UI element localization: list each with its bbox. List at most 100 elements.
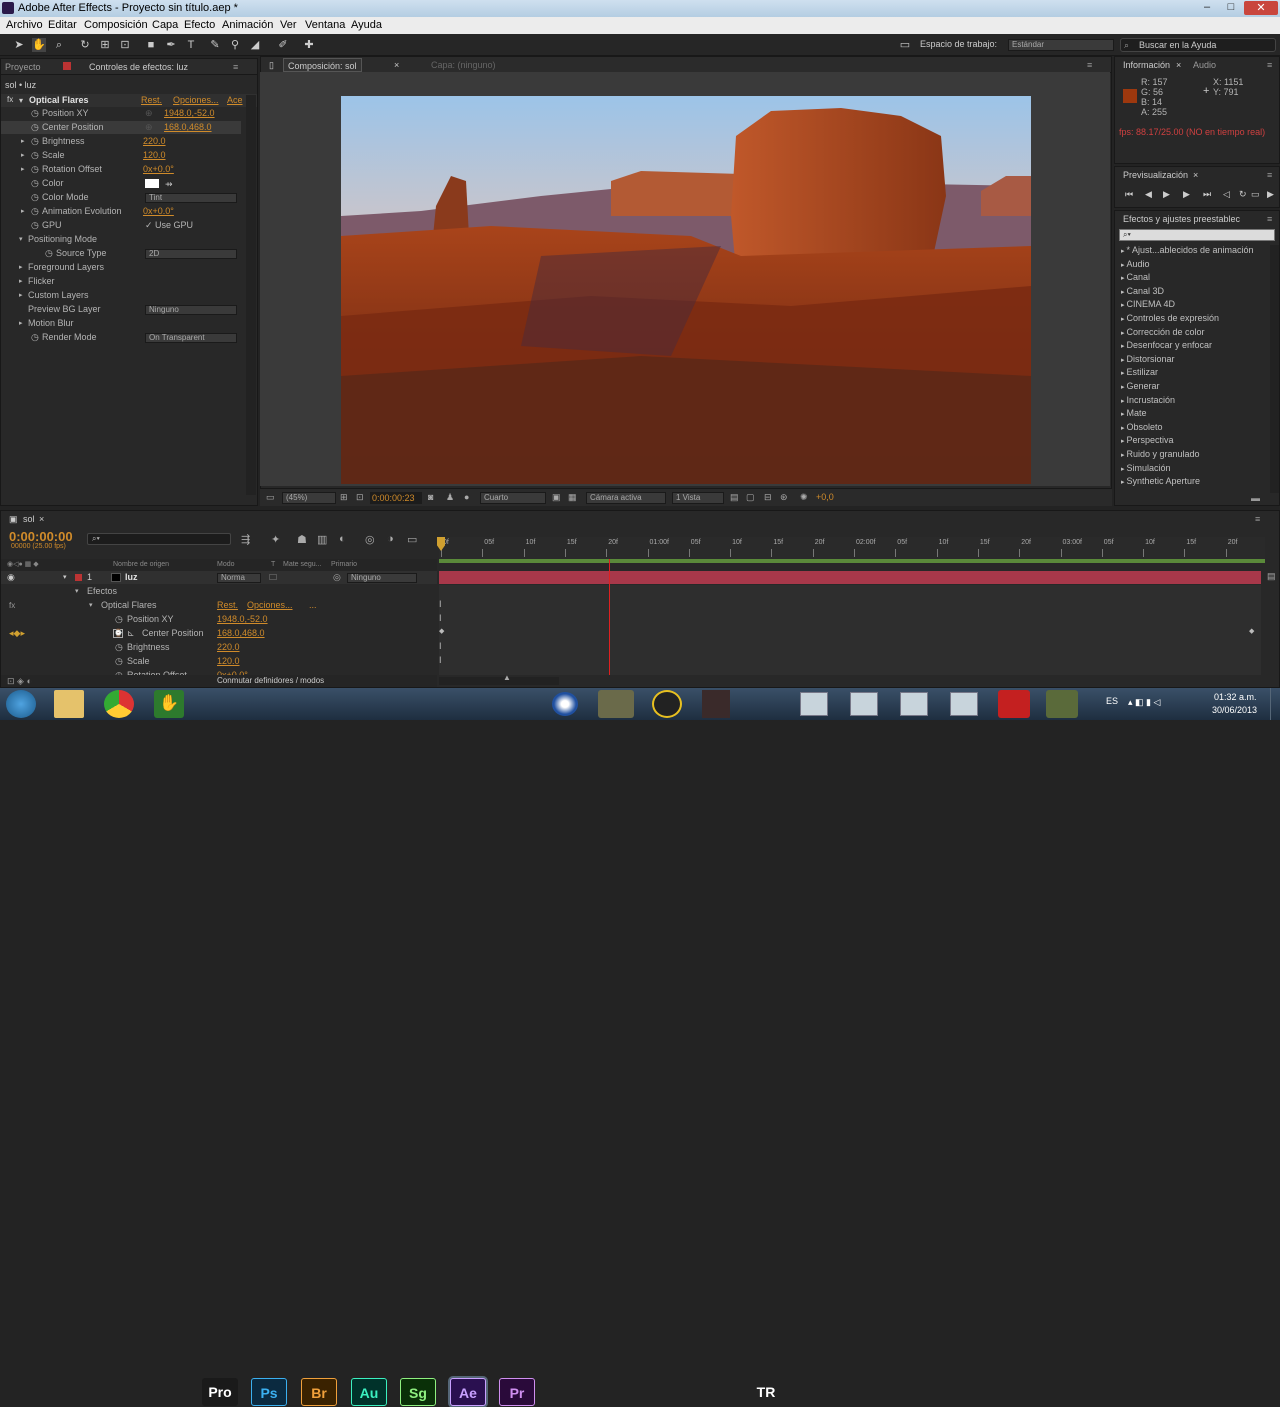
composition-viewer[interactable] <box>260 72 1110 486</box>
tab-info[interactable]: Información <box>1123 58 1170 72</box>
timeline-icon[interactable]: ⊟ <box>764 492 772 503</box>
maximize-button[interactable]: □ <box>1220 1 1242 15</box>
workspace-select[interactable]: Estándar <box>1008 39 1114 51</box>
tl-reset-link[interactable]: Rest. <box>217 599 238 612</box>
eyedropper-icon[interactable]: ⇸ <box>165 178 173 191</box>
expand-triangle-icon[interactable]: ▸ <box>21 163 25 176</box>
col-mode[interactable]: Modo <box>217 561 235 568</box>
panel-menu-icon[interactable]: ≡ <box>1255 512 1260 526</box>
reset-link[interactable]: Rest. <box>141 95 162 105</box>
exposure-value[interactable]: +0,0 <box>816 492 834 502</box>
exposure-icon[interactable]: ✺ <box>800 492 808 503</box>
optical-flares-row[interactable]: fx ▾ Optical Flares Rest. Opciones...... <box>1 599 437 612</box>
tab-preview[interactable]: Previsualización <box>1123 168 1188 182</box>
tl-prop-center-position[interactable]: ◂◆▸ ⌚ ⊾ Center Position 168.0,468.0 <box>1 627 437 640</box>
menu-ver[interactable]: Ver <box>280 19 297 31</box>
app-circle-icon[interactable] <box>552 692 578 716</box>
effects-search-input[interactable]: ⌕▾ <box>1119 229 1275 241</box>
effects-category-item[interactable]: ▸ Ruido y granulado <box>1121 449 1200 459</box>
keyframe-marker[interactable]: I <box>439 641 442 651</box>
stopwatch-icon[interactable]: ◷ <box>31 107 39 120</box>
camera-select[interactable]: Cámara activa <box>586 492 666 504</box>
channel-icon[interactable]: ● <box>464 492 469 502</box>
color-mode-select[interactable]: Tint <box>145 193 237 203</box>
panel-menu-icon[interactable]: ≡ <box>233 60 238 74</box>
expand-triangle-icon[interactable]: ▸ <box>19 261 23 274</box>
center-position-value[interactable]: 168.0,468.0 <box>164 121 212 134</box>
first-frame-icon[interactable]: ⏮ <box>1125 189 1133 200</box>
selection-tool-icon[interactable]: ➤ <box>12 38 26 52</box>
layer-row-luz[interactable]: ◉ ▾ 1 luz Norma ◎ Ninguno <box>1 571 437 584</box>
app-diamond-icon-2[interactable] <box>1046 690 1078 718</box>
menu-archivo[interactable]: Archivo <box>6 19 43 31</box>
language-indicator[interactable]: ES <box>1106 696 1118 706</box>
menu-ventana[interactable]: Ventana <box>305 19 345 31</box>
close-tab-icon[interactable]: × <box>1193 168 1198 182</box>
panel-menu-icon[interactable]: ≡ <box>1087 58 1092 72</box>
stopwatch-icon[interactable]: ◷ <box>31 149 39 162</box>
show-snapshot-icon[interactable]: ♟ <box>446 492 454 503</box>
comp-timecode[interactable]: 0:00:00:23 <box>370 492 422 504</box>
effects-category-item[interactable]: ▸ Generar <box>1121 381 1160 391</box>
scale-value[interactable]: 120.0 <box>143 149 166 162</box>
work-area-bar[interactable] <box>439 559 1265 563</box>
menu-capa[interactable]: Capa <box>152 19 178 31</box>
keyframe-nav-icon[interactable]: ◂◆▸ <box>9 627 25 640</box>
expand-triangle-icon[interactable]: ▸ <box>21 135 25 148</box>
rectangle-tool-icon[interactable]: ■ <box>144 38 158 52</box>
col-parent[interactable]: Primario <box>331 561 357 568</box>
panel-menu-icon[interactable]: ≡ <box>1267 168 1272 182</box>
time-ruler[interactable]: 0f 05f 10f 15f 20f 01:00f 05f 10f 15f 20f 02:00f 05… <box>439 537 1265 559</box>
layer-name[interactable]: luz <box>125 571 138 584</box>
ram-preview-icon[interactable]: ▭ <box>1251 189 1260 200</box>
stopwatch-icon[interactable]: ◷ <box>31 219 39 232</box>
effects-category-item[interactable]: ▸ Obsoleto <box>1121 422 1163 432</box>
effects-category-item[interactable]: ▸ Estilizar <box>1121 367 1158 377</box>
layer-duration-bar[interactable] <box>439 571 1261 584</box>
minimize-button[interactable]: – <box>1196 1 1218 15</box>
col-matte[interactable]: Mate segu... <box>283 561 322 568</box>
expand-triangle-icon[interactable]: ▸ <box>19 289 23 302</box>
expand-triangle-icon[interactable]: ▾ <box>19 233 23 246</box>
expand-triangle-icon[interactable]: ▸ <box>21 149 25 162</box>
render-mode-select[interactable]: On Transparent <box>145 333 237 343</box>
explorer-icon[interactable] <box>54 690 84 718</box>
timeline-zoom-slider[interactable]: ▲ <box>439 673 559 685</box>
tab-audio[interactable]: Audio <box>1193 58 1216 72</box>
render-queue-icon[interactable]: ▭ <box>407 533 417 546</box>
brainstorm-icon[interactable]: ◑ <box>387 533 394 545</box>
effects-category-item[interactable]: ▸ Mate <box>1121 408 1146 418</box>
crosshair-icon[interactable]: ⊕ <box>145 121 153 134</box>
keyframe-marker[interactable]: I <box>439 613 442 623</box>
rotation-offset-value[interactable]: 0x+0.0° <box>143 163 174 176</box>
close-tab-icon[interactable]: × <box>39 512 44 526</box>
stopwatch-icon[interactable]: ◷ <box>115 641 123 654</box>
pan-behind-tool-icon[interactable]: ⊡ <box>118 38 132 52</box>
fast-previews-icon[interactable]: ▢ <box>746 492 755 503</box>
brush-tool-icon[interactable]: ✎ <box>208 38 222 52</box>
window-app-icon-4[interactable] <box>950 692 978 716</box>
stopwatch-icon[interactable]: ◷ <box>45 247 53 260</box>
last-frame-icon[interactable]: ⏭ <box>1203 189 1211 200</box>
transparency-grid-icon[interactable]: ▦ <box>568 492 577 503</box>
chrome-icon[interactable] <box>104 690 134 718</box>
expand-triangle-icon[interactable]: ▾ <box>19 96 23 105</box>
effects-category-item[interactable]: ▸ Canal <box>1121 272 1150 282</box>
tray-icons[interactable]: ▴ ◧ ▮ ◁ <box>1128 697 1160 708</box>
tl-prop-position-xy[interactable]: ◷ Position XY 1948.0,-52.0 <box>1 613 437 626</box>
taskbar-app-tr[interactable]: TR <box>748 1378 784 1406</box>
about-link[interactable]: Ace <box>227 95 243 105</box>
loop-icon[interactable]: ↻ <box>1239 189 1247 200</box>
color-swatch[interactable] <box>145 179 159 188</box>
new-folder-icon[interactable]: ▬ <box>1251 493 1260 503</box>
effects-category-item[interactable]: ▸ Canal 3D <box>1121 286 1164 296</box>
stopwatch-icon[interactable]: ◷ <box>31 191 39 204</box>
current-time-indicator[interactable] <box>609 559 610 675</box>
animation-evolution-value[interactable]: 0x+0.0° <box>143 205 174 218</box>
keyframe-marker[interactable]: I <box>439 599 442 609</box>
frame-blending-icon[interactable]: ▥ <box>317 533 327 546</box>
clock-time[interactable]: 01:32 a.m. <box>1214 692 1257 702</box>
position-xy-value[interactable]: 1948.0,-52.0 <box>164 107 215 120</box>
text-tool-icon[interactable]: T <box>184 38 198 52</box>
eraser-tool-icon[interactable]: ◢ <box>248 38 262 52</box>
